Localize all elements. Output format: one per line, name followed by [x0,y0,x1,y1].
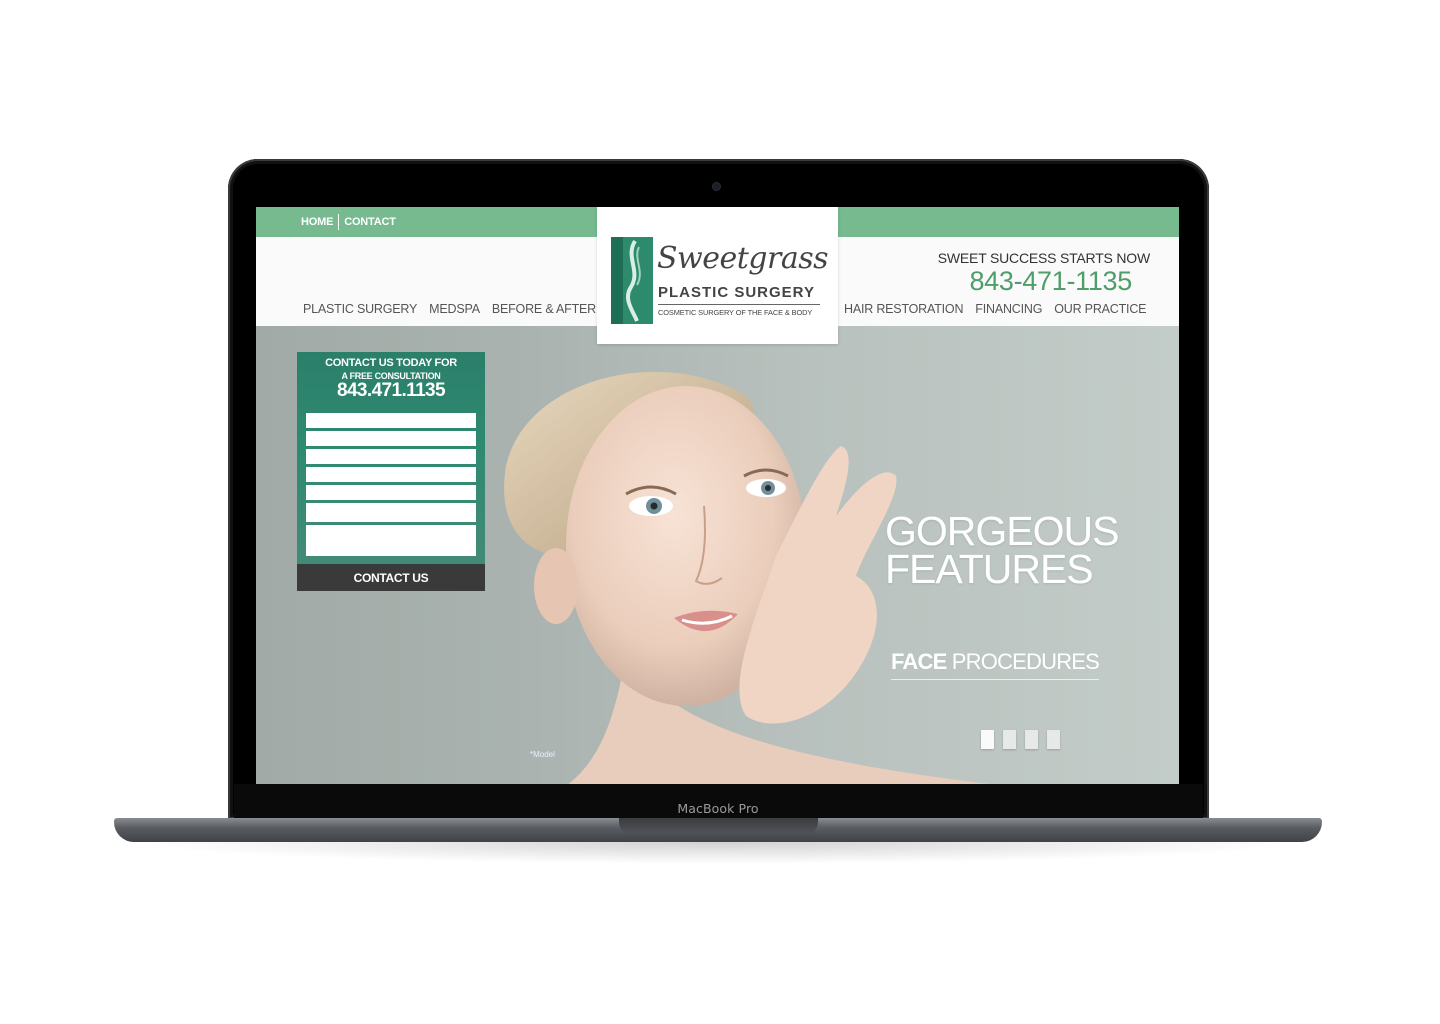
contact-name-field[interactable] [306,413,476,428]
top-nav-contact-link[interactable]: CONTACT [339,216,401,228]
contact-heading: CONTACT US TODAY FOR [325,357,457,369]
nav-item-hair-restoration[interactable]: HAIR RESTORATION [844,302,963,316]
contact-phone[interactable]: 843.471.1135 [297,380,485,402]
contact-form-panel: CONTACT US TODAY FOR A FREE CONSULTATION… [297,352,485,591]
logo-divider [658,304,820,305]
top-nav: HOME CONTACT [301,207,401,237]
slider-dots [981,730,1060,749]
hero-title: GORGEOUS FEATURES [885,508,1119,592]
laptop-shadow [130,842,1306,864]
logo-script-text: Sweetgrass [657,241,829,276]
hero-cta-rest: PROCEDURES [946,649,1100,674]
hero-title-line1: GORGEOUS [885,508,1119,554]
site-logo[interactable]: Sweetgrass PLASTIC SURGERY COSMETIC SURG… [597,207,838,344]
slider-dot[interactable] [1047,730,1060,749]
logo-subtitle: COSMETIC SURGERY OF THE FACE & BODY [658,308,813,317]
contact-phone-field[interactable] [306,449,476,464]
nav-item-plastic-surgery[interactable]: PLASTIC SURGERY [303,302,417,316]
top-nav-home-link[interactable]: HOME [301,216,338,228]
main-nav-left: PLASTIC SURGERY MEDSPA BEFORE & AFTER [303,302,596,316]
logo-name: PLASTIC SURGERY [658,284,815,301]
contact-message-field[interactable] [306,525,476,556]
camera-icon [713,183,720,190]
device-label: MacBook Pro [677,801,759,816]
nav-item-financing[interactable]: FINANCING [975,302,1042,316]
header-phone[interactable]: 843-471-1135 [969,266,1132,297]
nav-item-before-after[interactable]: BEFORE & AFTER [492,302,596,316]
logo-mark-icon [611,237,653,324]
contact-field[interactable] [306,467,476,482]
nav-item-medspa[interactable]: MEDSPA [429,302,480,316]
header-tagline: SWEET SUCCESS STARTS NOW [937,250,1150,266]
slider-dot[interactable] [1025,730,1038,749]
hero-title-line2: FEATURES [885,546,1094,592]
slider-dot[interactable] [981,730,994,749]
contact-field[interactable] [306,503,476,522]
contact-submit-button[interactable]: CONTACT US [297,564,485,591]
model-disclaimer: *Model [530,750,555,759]
hero-cta-link[interactable]: FACE PROCEDURES [891,649,1100,680]
contact-field[interactable] [306,485,476,500]
contact-email-field[interactable] [306,431,476,446]
laptop-notch [619,818,818,834]
hero-cta-bold: FACE [891,649,947,674]
nav-item-our-practice[interactable]: OUR PRACTICE [1054,302,1146,316]
website-screen: HOME CONTACT SWEET SUCCESS STARTS NOW 84… [256,207,1179,784]
main-nav-right: HAIR RESTORATION FINANCING OUR PRACTICE [844,302,1146,316]
slider-dot[interactable] [1003,730,1016,749]
